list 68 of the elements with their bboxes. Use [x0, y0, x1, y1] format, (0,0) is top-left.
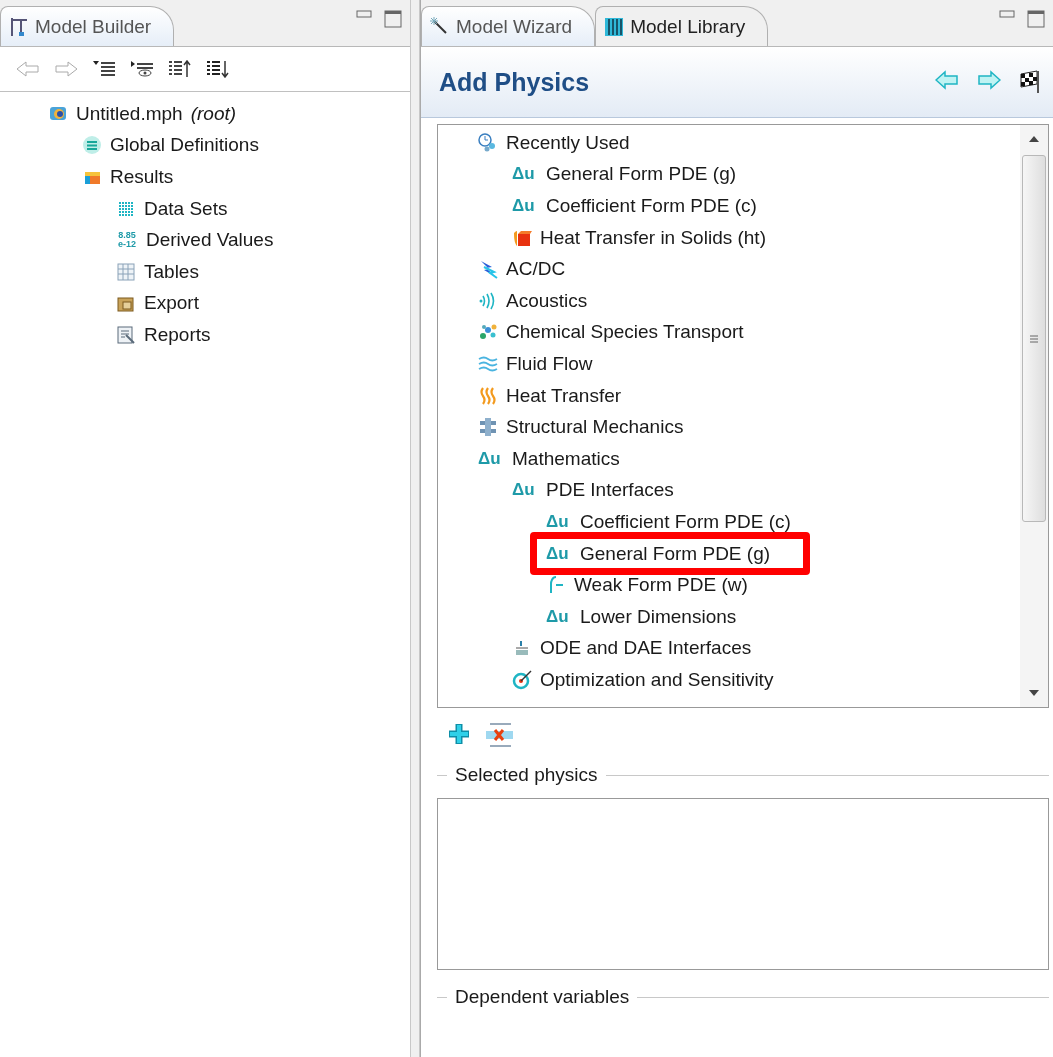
scroll-thumb[interactable] — [1022, 155, 1046, 522]
tree-node-icon — [478, 385, 498, 406]
tree-item[interactable]: Recently Used — [506, 131, 630, 154]
tree-item[interactable]: Lower Dimensions — [580, 605, 737, 628]
number-icon: 8.85 e-12 — [116, 231, 138, 250]
tree-item[interactable]: AC/DC — [506, 258, 566, 281]
forward-arrow-icon[interactable] — [977, 70, 1001, 90]
tree-item[interactable]: Coefficient Form PDE (c) — [580, 510, 791, 533]
delta-u-icon: Δu — [512, 164, 538, 185]
tree-item[interactable]: Tables — [144, 260, 199, 283]
tree-item[interactable]: Derived Values — [146, 229, 274, 252]
tree-item[interactable]: PDE Interfaces — [546, 479, 674, 502]
tree-item[interactable]: ODE and DAE Interfaces — [540, 637, 752, 660]
tree-node-icon — [82, 135, 102, 156]
tree-node-icon — [478, 132, 498, 153]
tree-item[interactable]: Structural Mechanics — [506, 416, 684, 439]
tree-item[interactable]: Fluid Flow — [506, 352, 593, 375]
show-list-icon[interactable] — [130, 60, 154, 78]
tree-item[interactable]: Export — [144, 292, 199, 315]
tree-item[interactable]: Acoustics — [506, 289, 588, 312]
model-library-tab[interactable]: Model Library — [595, 6, 769, 46]
model-wizard-tab[interactable]: Model Wizard — [421, 6, 596, 46]
model-builder-tab[interactable]: Model Builder — [0, 6, 175, 46]
delta-u-icon: Δu — [546, 606, 572, 627]
tree-item[interactable]: General Form PDE (g) — [580, 542, 771, 565]
delta-u-icon: Δu — [546, 543, 572, 564]
maximize-icon[interactable] — [384, 10, 402, 28]
tree-node-icon — [116, 261, 136, 282]
tree-item[interactable]: Chemical Species Transport — [506, 321, 744, 344]
tree-node-icon — [512, 669, 532, 690]
tree-item[interactable]: Untitled.mph — [76, 102, 183, 125]
scrollbar[interactable] — [1020, 125, 1048, 707]
finish-flag-icon[interactable] — [1019, 70, 1041, 94]
tree-item[interactable]: General Form PDE (g) — [546, 163, 737, 186]
tree-item[interactable]: Optimization and Sensitivity — [540, 668, 774, 691]
scroll-up-icon[interactable] — [1028, 135, 1040, 143]
tree-node-icon — [116, 324, 136, 345]
move-down-icon[interactable] — [206, 60, 230, 78]
delta-u-icon: Δu — [478, 448, 504, 469]
back-arrow-icon[interactable] — [935, 70, 959, 90]
tree-item[interactable]: Weak Form PDE (w) — [574, 574, 748, 597]
plus-icon[interactable] — [447, 722, 471, 746]
remove-list-icon[interactable] — [485, 722, 513, 748]
root-note: (root) — [190, 102, 237, 125]
tree-item[interactable]: Heat Transfer in Solids (ht) — [540, 226, 766, 249]
group-label: Dependent variables — [455, 986, 630, 1008]
tree-item[interactable]: Global Definitions — [110, 134, 259, 157]
delta-u-icon: Δu — [512, 196, 538, 216]
move-up-icon[interactable] — [168, 60, 192, 78]
group-label: Selected physics — [455, 764, 598, 786]
tree-item[interactable]: Reports — [144, 323, 211, 346]
tree-item[interactable]: Mathematics — [512, 447, 620, 470]
collapse-list-icon[interactable] — [92, 60, 116, 78]
tree-item[interactable]: Heat Transfer — [506, 384, 622, 407]
tree-item[interactable]: Data Sets — [144, 197, 228, 220]
scroll-down-icon[interactable] — [1028, 689, 1040, 697]
library-icon — [604, 16, 625, 37]
page-title: Add Physics — [439, 67, 591, 97]
crane-icon — [9, 15, 29, 38]
delta-u-icon: Δu — [546, 511, 572, 532]
tree-item[interactable]: Results — [110, 166, 174, 188]
tree-node-icon — [478, 417, 498, 438]
tree-item[interactable]: Coefficient Form PDE (c) — [546, 195, 757, 217]
grip-icon — [1029, 333, 1039, 344]
minimize-icon[interactable] — [999, 10, 1015, 20]
delta-u-icon: Δu — [512, 480, 538, 501]
maximize-icon[interactable] — [1027, 10, 1045, 28]
minimize-icon[interactable] — [356, 10, 372, 20]
